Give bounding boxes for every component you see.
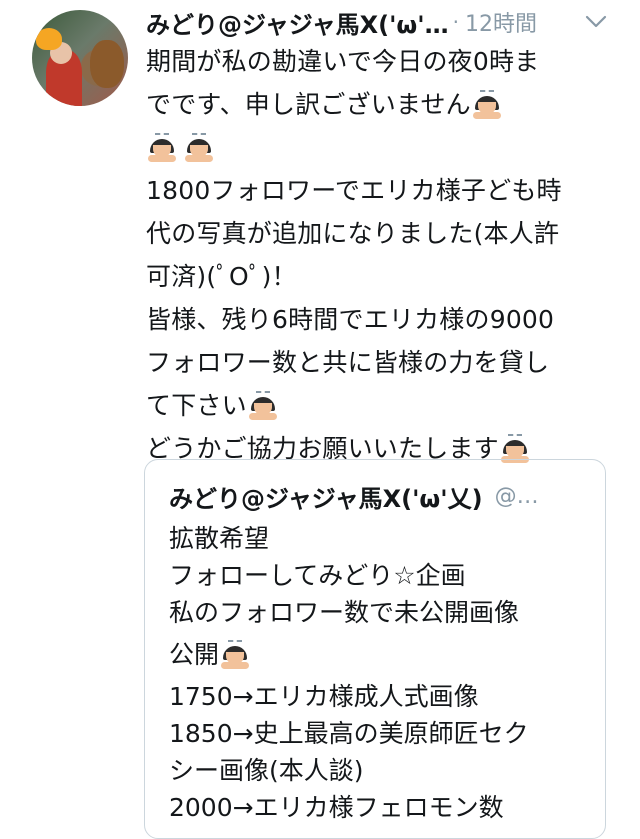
- author-name[interactable]: みどり@ジャジャ馬X('ω'…: [146, 5, 449, 40]
- quoted-line: 1750→エリカ様成人式画像: [169, 682, 479, 711]
- quoted-line: 2000→エリカ様フェロモン数: [169, 793, 504, 822]
- quoted-line: 公開: [169, 640, 220, 669]
- person-bowing-emoji: [184, 132, 214, 163]
- tweet-line: でです、申し訳ございません: [146, 90, 471, 119]
- quoted-author-name: みどり@ジャジャ馬X('ω'乂): [169, 484, 483, 513]
- tweet-line: 代の写真が追加になりました(本人許: [146, 219, 560, 248]
- tweet-header: みどり@ジャジャ馬X('ω'… · 12時間: [146, 4, 626, 40]
- person-bowing-emoji: [248, 390, 278, 421]
- quoted-line: 私のフォロワー数で未公開画像: [169, 598, 520, 627]
- tweet-text: 期間が私の勘違いで今日の夜0時ま でです、申し訳ございません 1800フォロワー…: [146, 40, 616, 470]
- person-bowing-emoji: [472, 89, 502, 120]
- tweet-line: 期間が私の勘違いで今日の夜0時ま: [146, 47, 540, 76]
- separator-dot: ·: [452, 10, 459, 34]
- quoted-tweet-card[interactable]: みどり@ジャジャ馬X('ω'乂) @… 拡散希望 フォローしてみどり☆企画 私の…: [144, 459, 606, 839]
- person-bowing-emoji: [147, 132, 177, 163]
- quoted-line: フォローしてみどり☆企画: [169, 561, 466, 590]
- quoted-tweet-text: 拡散希望 フォローしてみどり☆企画 私のフォロワー数で未公開画像 公開 1750…: [169, 520, 599, 826]
- quoted-author-handle: @…: [494, 483, 539, 509]
- tweet-line: て下さい: [146, 391, 247, 420]
- tweet-line: フォロワー数と共に皆様の力を貸し: [146, 348, 550, 377]
- person-bowing-emoji: [220, 639, 250, 670]
- tweet-timestamp[interactable]: 12時間: [465, 6, 537, 38]
- quoted-line: シー画像(本人談): [169, 756, 364, 785]
- quoted-tweet-header: みどり@ジャジャ馬X('ω'乂) @…: [169, 478, 589, 514]
- tweet-line: 可済)(ﾟOﾟ)！: [146, 262, 297, 291]
- tweet-line: 1800フォロワーでエリカ様子ども時: [146, 176, 562, 205]
- author-avatar[interactable]: [32, 10, 128, 106]
- chevron-down-icon[interactable]: [584, 10, 608, 34]
- quoted-line: 1850→史上最高の美原師匠セク: [169, 719, 529, 748]
- quoted-line: 拡散希望: [169, 524, 270, 553]
- tweet-line: 皆様、残り6時間でエリカ様の9000: [146, 305, 555, 334]
